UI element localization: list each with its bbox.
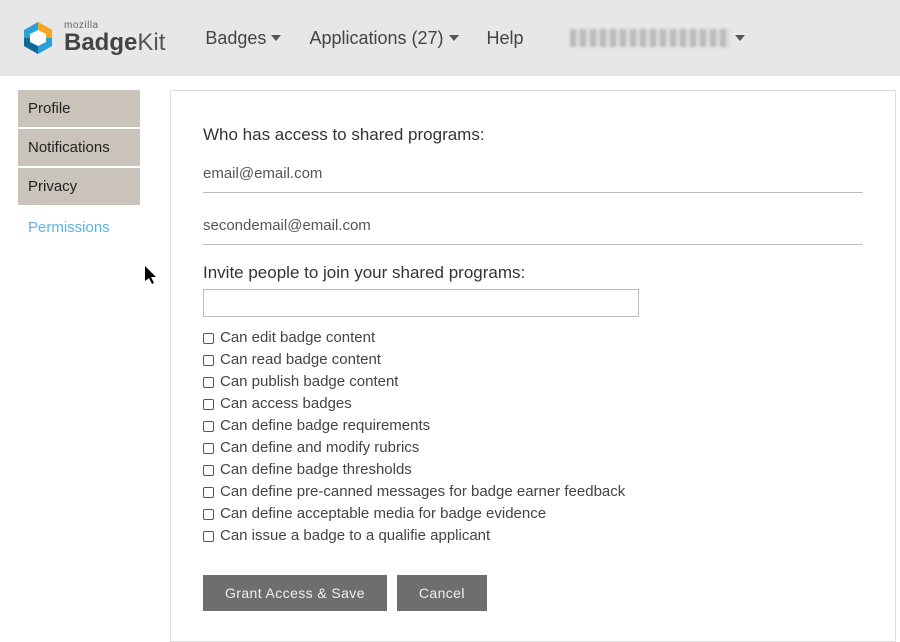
permission-label: Can define pre-canned messages for badge… — [220, 481, 625, 503]
checkbox-icon[interactable] — [203, 355, 214, 366]
nav-help-label: Help — [487, 28, 524, 49]
permission-label: Can edit badge content — [220, 327, 375, 349]
nav-badges-label: Badges — [205, 28, 266, 49]
sidebar-item-label: Notifications — [28, 139, 110, 156]
permission-row[interactable]: Can define acceptable media for badge ev… — [203, 503, 863, 525]
permission-label: Can read badge content — [220, 349, 381, 371]
main-nav: Badges Applications (27) Help — [205, 28, 744, 49]
brand-logo[interactable]: mozilla BadgeKit — [20, 20, 165, 56]
sidebar-item-label: Permissions — [28, 219, 110, 236]
settings-sidebar: Profile Notifications Privacy Permission… — [18, 90, 140, 246]
nav-badges[interactable]: Badges — [205, 28, 281, 49]
checkbox-icon[interactable] — [203, 509, 214, 520]
permission-row[interactable]: Can define pre-canned messages for badge… — [203, 481, 863, 503]
shared-access-email: email@email.com — [203, 159, 863, 193]
page-layout: Profile Notifications Privacy Permission… — [0, 76, 900, 642]
brand-name: BadgeKit — [64, 31, 165, 55]
access-heading: Who has access to shared programs: — [203, 125, 863, 145]
top-bar: mozilla BadgeKit Badges Applications (27… — [0, 0, 900, 76]
badgekit-hex-icon — [20, 20, 56, 56]
permissions-list: Can edit badge content Can read badge co… — [203, 327, 863, 547]
permission-row[interactable]: Can define and modify rubrics — [203, 437, 863, 459]
checkbox-icon[interactable] — [203, 465, 214, 476]
grant-access-save-button[interactable]: Grant Access & Save — [203, 575, 387, 611]
checkbox-icon[interactable] — [203, 399, 214, 410]
permission-row[interactable]: Can edit badge content — [203, 327, 863, 349]
sidebar-item-label: Privacy — [28, 178, 77, 195]
checkbox-icon[interactable] — [203, 377, 214, 388]
permissions-panel: Who has access to shared programs: email… — [170, 90, 896, 642]
invite-email-input[interactable] — [203, 289, 639, 317]
permission-row[interactable]: Can issue a badge to a qualifie applican… — [203, 525, 863, 547]
permission-label: Can define badge requirements — [220, 415, 430, 437]
sidebar-item-profile[interactable]: Profile — [18, 90, 140, 129]
permission-label: Can publish badge content — [220, 371, 398, 393]
permission-label: Can define and modify rubrics — [220, 437, 419, 459]
sidebar-item-label: Profile — [28, 100, 71, 117]
checkbox-icon[interactable] — [203, 531, 214, 542]
nav-applications-label: Applications (27) — [309, 28, 443, 49]
permission-row[interactable]: Can access badges — [203, 393, 863, 415]
permission-row[interactable]: Can define badge thresholds — [203, 459, 863, 481]
permission-label: Can define acceptable media for badge ev… — [220, 503, 546, 525]
action-buttons: Grant Access & Save Cancel — [203, 575, 863, 611]
nav-help[interactable]: Help — [487, 28, 524, 49]
sidebar-item-permissions[interactable]: Permissions — [18, 207, 140, 246]
invite-heading: Invite people to join your shared progra… — [203, 263, 863, 283]
permission-row[interactable]: Can read badge content — [203, 349, 863, 371]
nav-applications[interactable]: Applications (27) — [309, 28, 458, 49]
brand-text: mozilla BadgeKit — [64, 21, 165, 55]
cancel-button[interactable]: Cancel — [397, 575, 487, 611]
permission-label: Can define badge thresholds — [220, 459, 412, 481]
chevron-down-icon — [735, 35, 745, 41]
checkbox-icon[interactable] — [203, 421, 214, 432]
permission-label: Can access badges — [220, 393, 352, 415]
shared-access-email: secondemail@email.com — [203, 211, 863, 245]
nav-user-menu[interactable] — [570, 29, 745, 47]
permission-label: Can issue a badge to a qualifie applican… — [220, 525, 490, 547]
sidebar-item-privacy[interactable]: Privacy — [18, 168, 140, 207]
checkbox-icon[interactable] — [203, 443, 214, 454]
permission-row[interactable]: Can publish badge content — [203, 371, 863, 393]
chevron-down-icon — [271, 35, 281, 41]
sidebar-item-notifications[interactable]: Notifications — [18, 129, 140, 168]
checkbox-icon[interactable] — [203, 333, 214, 344]
chevron-down-icon — [449, 35, 459, 41]
checkbox-icon[interactable] — [203, 487, 214, 498]
permission-row[interactable]: Can define badge requirements — [203, 415, 863, 437]
user-email-obscured — [570, 29, 730, 47]
